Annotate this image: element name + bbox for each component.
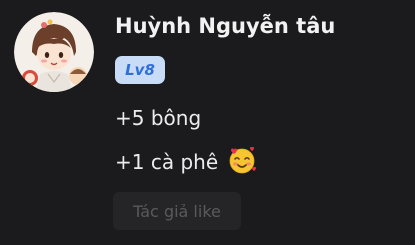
gift-line-coffee: +1 cà phê bbox=[115, 146, 258, 176]
gift-line-coffee-text: +1 cà phê bbox=[115, 150, 219, 174]
gift-line-flowers: +5 bông bbox=[115, 106, 202, 130]
username[interactable]: Huỳnh Nguyễn tâu bbox=[115, 14, 335, 38]
avatar-illustration bbox=[14, 12, 94, 92]
smiling-face-with-hearts-icon bbox=[226, 144, 258, 176]
user-avatar[interactable] bbox=[14, 12, 94, 92]
comment-card: Huỳnh Nguyễn tâu Lv8 +5 bông +1 cà phê T… bbox=[0, 0, 415, 245]
level-badge: Lv8 bbox=[115, 56, 165, 84]
author-like-chip: Tác giả like bbox=[113, 192, 241, 230]
level-badge-label: Lv8 bbox=[125, 61, 155, 79]
author-like-label: Tác giả like bbox=[133, 201, 221, 221]
